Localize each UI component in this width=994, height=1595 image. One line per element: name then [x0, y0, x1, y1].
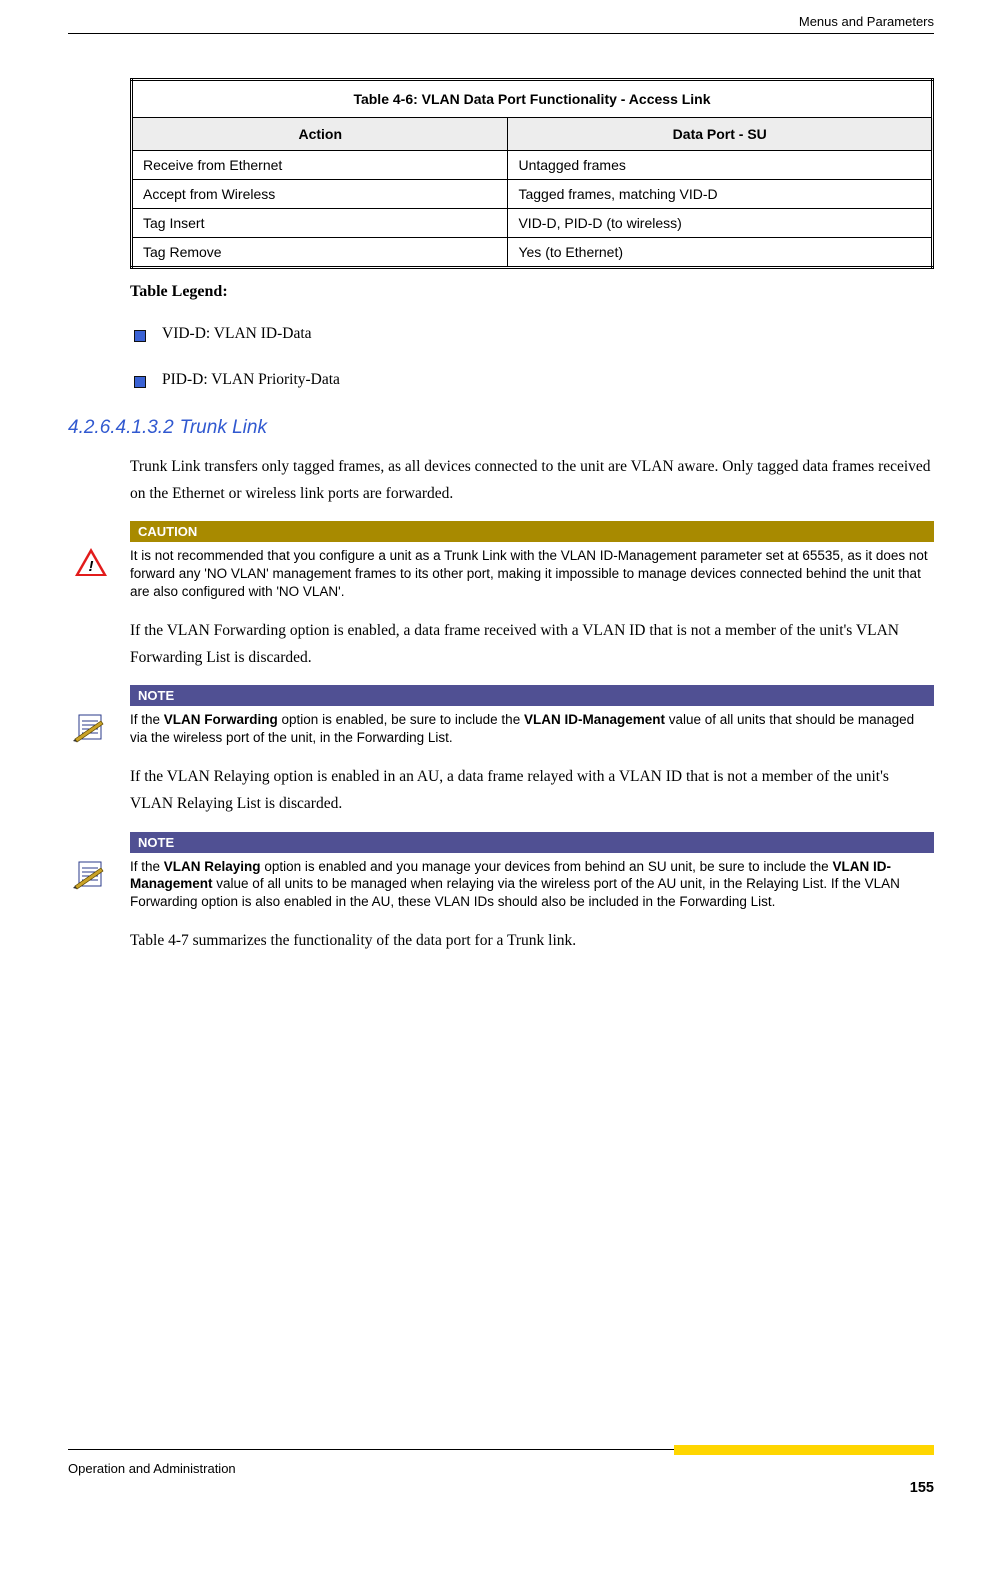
note-icon — [70, 832, 112, 890]
top-rule — [68, 33, 934, 34]
text-bold: VLAN Forwarding — [164, 712, 278, 727]
paragraph: If the VLAN Relaying option is enabled i… — [130, 763, 934, 817]
table-4-6: Table 4-6: VLAN Data Port Functionality … — [130, 78, 934, 269]
paragraph: Table 4-7 summarizes the functionality o… — [130, 927, 934, 954]
note-text: If the VLAN Relaying option is enabled a… — [130, 858, 934, 912]
footer-rule — [68, 1449, 674, 1450]
caution-icon: ! — [70, 521, 112, 577]
cell: Receive from Ethernet — [132, 151, 508, 180]
cell: Accept from Wireless — [132, 180, 508, 209]
text: option is enabled and you manage your de… — [261, 859, 833, 874]
table-title: Table 4-6: VLAN Data Port Functionality … — [132, 80, 933, 118]
section-title: Trunk Link — [180, 417, 267, 439]
text: If the — [130, 712, 164, 727]
text: If the — [130, 859, 164, 874]
caution-label: CAUTION — [130, 521, 934, 542]
cell: Yes (to Ethernet) — [508, 238, 933, 268]
footer: Operation and Administration 155 — [68, 1445, 934, 1496]
text-bold: VLAN Relaying — [164, 859, 261, 874]
paragraph: If the VLAN Forwarding option is enabled… — [130, 617, 934, 671]
table-row: Tag Insert VID-D, PID-D (to wireless) — [132, 209, 933, 238]
cell: Tag Insert — [132, 209, 508, 238]
table-legend-heading: Table Legend: — [130, 283, 934, 301]
table-row: Receive from Ethernet Untagged frames — [132, 151, 933, 180]
page-number: 155 — [68, 1480, 934, 1496]
note-icon — [70, 685, 112, 743]
list-item: VID-D: VLAN ID-Data — [130, 325, 934, 343]
footer-accent — [674, 1445, 934, 1455]
table-row: Tag Remove Yes (to Ethernet) — [132, 238, 933, 268]
cell: Tagged frames, matching VID-D — [508, 180, 933, 209]
legend-list: VID-D: VLAN ID-Data PID-D: VLAN Priority… — [130, 325, 934, 389]
caution-text: It is not recommended that you configure… — [130, 547, 934, 601]
section-number: 4.2.6.4.1.3.2 — [68, 417, 174, 439]
text-bold: VLAN ID-Management — [524, 712, 665, 727]
cell: Untagged frames — [508, 151, 933, 180]
footer-left: Operation and Administration — [68, 1461, 236, 1476]
list-item: PID-D: VLAN Priority-Data — [130, 371, 934, 389]
cell: Tag Remove — [132, 238, 508, 268]
note-callout: NOTE If the VLAN Forwarding option is en… — [130, 685, 934, 747]
note-callout: NOTE If the VLAN Relaying option is enab… — [130, 832, 934, 912]
section-heading: 4.2.6.4.1.3.2 Trunk Link — [68, 417, 934, 439]
cell: VID-D, PID-D (to wireless) — [508, 209, 933, 238]
note-text: If the VLAN Forwarding option is enabled… — [130, 711, 934, 747]
col-action: Action — [132, 118, 508, 151]
text: option is enabled, be sure to include th… — [278, 712, 524, 727]
svg-text:!: ! — [89, 558, 94, 575]
header-right: Menus and Parameters — [68, 14, 934, 29]
note-label: NOTE — [130, 685, 934, 706]
text: value of all units to be managed when re… — [130, 876, 900, 909]
note-label: NOTE — [130, 832, 934, 853]
paragraph: Trunk Link transfers only tagged frames,… — [130, 453, 934, 507]
caution-callout: ! CAUTION It is not recommended that you… — [130, 521, 934, 601]
col-data-port-su: Data Port - SU — [508, 118, 933, 151]
table-row: Accept from Wireless Tagged frames, matc… — [132, 180, 933, 209]
